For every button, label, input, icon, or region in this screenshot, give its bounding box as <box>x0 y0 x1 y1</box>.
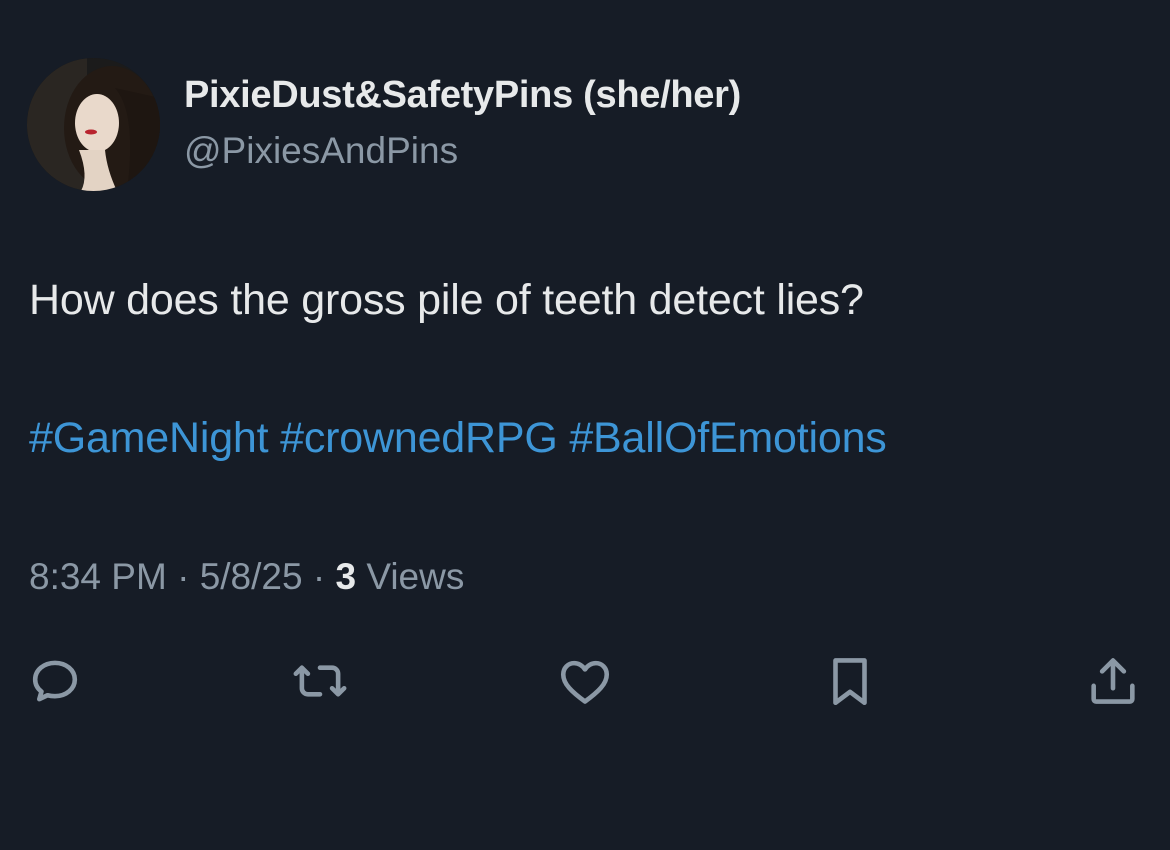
hashtag-crownedrpg[interactable]: #crownedRPG <box>280 414 558 462</box>
separator: · <box>177 556 190 597</box>
tweet-text: How does the gross pile of teeth detect … <box>29 276 864 324</box>
hashtag-ballofemotions[interactable]: #BallOfEmotions <box>569 414 886 462</box>
retweet-button[interactable] <box>290 651 350 711</box>
tweet-date[interactable]: 5/8/25 <box>200 556 303 597</box>
retweet-icon <box>293 665 347 697</box>
tweet-time[interactable]: 8:34 PM <box>29 556 167 597</box>
tweet-metadata: 8:34 PM · 5/8/25 · 3 Views <box>29 556 464 598</box>
heart-icon <box>560 660 610 704</box>
hashtag-gamenight[interactable]: #GameNight <box>29 414 269 462</box>
hashtags: #GameNight #crownedRPG #BallOfEmotions <box>29 414 887 463</box>
views-count: 3 <box>335 556 357 597</box>
user-handle[interactable]: @PixiesAndPins <box>184 130 458 172</box>
separator: · <box>312 556 326 597</box>
display-name[interactable]: PixieDust&SafetyPins (she/her) <box>184 74 741 117</box>
share-icon <box>1091 658 1135 704</box>
reply-icon <box>32 660 78 702</box>
tweet-card: PixieDust&SafetyPins (she/her) @PixiesAn… <box>0 0 1170 850</box>
profile-photo-icon <box>27 58 160 191</box>
share-button[interactable] <box>1083 651 1143 711</box>
avatar[interactable] <box>27 58 160 191</box>
bookmark-button[interactable] <box>820 651 880 711</box>
views-label: Views <box>366 556 465 597</box>
reply-button[interactable] <box>25 651 85 711</box>
bookmark-icon <box>833 658 867 706</box>
like-button[interactable] <box>555 651 615 711</box>
